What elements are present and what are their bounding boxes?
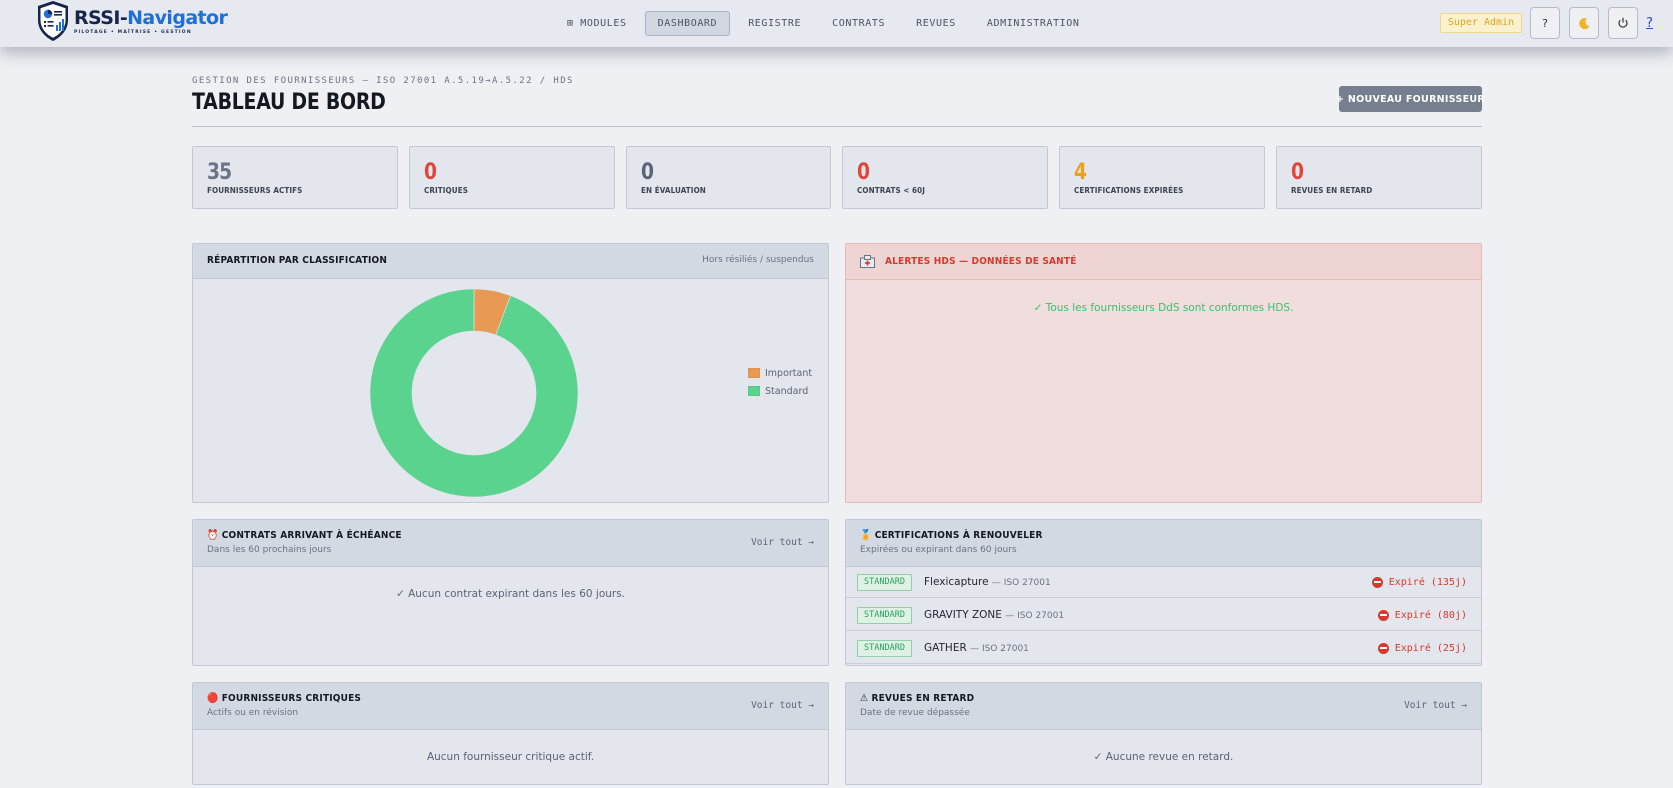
panel-note: Hors résiliés / suspendus bbox=[702, 255, 814, 265]
certifications-panel: 🏅 CERTIFICATIONS À RENOUVELER Expirées o… bbox=[845, 519, 1482, 666]
new-supplier-button[interactable]: + NOUVEAU FOURNISSEUR bbox=[1336, 86, 1485, 112]
supplier-name: Flexicapture — ISO 27001 bbox=[924, 576, 1051, 588]
chart-legend: Important Standard bbox=[748, 364, 812, 400]
kpi-value: 0 bbox=[640, 160, 654, 185]
see-all-link[interactable]: Voir tout → bbox=[751, 700, 814, 711]
legend-label: Important bbox=[765, 367, 813, 379]
panel-header: 🏅 CERTIFICATIONS À RENOUVELER Expirées o… bbox=[846, 520, 1481, 567]
nav-modules[interactable]: ⊞ MODULES bbox=[554, 11, 640, 36]
certification-row[interactable]: STANDARD Flexicapture — ISO 27001 Expiré… bbox=[846, 567, 1481, 598]
breadcrumb: GESTION DES FOURNISSEURS — ISO 27001 A.5… bbox=[192, 76, 574, 86]
classification-tag: STANDARD bbox=[857, 606, 912, 624]
role-badge: Super Admin bbox=[1439, 13, 1523, 33]
expiry-status: Expiré (25j) bbox=[1377, 642, 1467, 654]
legend-item-important[interactable]: Important bbox=[748, 364, 812, 382]
hds-compliance-message: ✓ Tous les fournisseurs DdS sont conform… bbox=[1033, 302, 1294, 314]
kpi-value: 0 bbox=[857, 160, 870, 185]
nav-registre[interactable]: REGISTRE bbox=[735, 11, 814, 36]
certification-row[interactable]: STANDARD GRAVITY ZONE — ISO 27001 Expiré… bbox=[846, 600, 1481, 631]
panel-subtitle: Dans les 60 prochains jours bbox=[207, 545, 332, 555]
expiry-status: Expiré (80j) bbox=[1377, 609, 1467, 621]
kpi-card-critical[interactable]: 0 CRITIQUES bbox=[408, 146, 615, 209]
legend-swatch bbox=[748, 368, 760, 378]
kpi-card-expired-certs[interactable]: 4 CERTIFICATIONS EXPIRÉES bbox=[1059, 146, 1266, 209]
app-logo[interactable]: RSSI-Navigator PILOTAGE • MAÎTRISE • GES… bbox=[36, 0, 228, 42]
kpi-label: FOURNISSEURS ACTIFS bbox=[207, 186, 303, 195]
panel-title: 🔴 FOURNISSEURS CRITIQUES bbox=[207, 693, 362, 704]
panel-title: ⏰ CONTRATS ARRIVANT À ÉCHÉANCE bbox=[207, 530, 402, 541]
main-nav: ⊞ MODULES DASHBOARD REGISTRE CONTRATS RE… bbox=[554, 11, 1098, 36]
nav-dashboard[interactable]: DASHBOARD bbox=[644, 11, 731, 36]
see-all-link[interactable]: Voir tout → bbox=[751, 537, 814, 548]
panel-subtitle: Expirées ou expirant dans 60 jours bbox=[860, 545, 1017, 555]
panel-subtitle: Actifs ou en révision bbox=[207, 708, 299, 718]
no-entry-icon bbox=[1377, 609, 1389, 621]
expiry-status: Expiré (135j) bbox=[1371, 576, 1467, 588]
late-reviews-panel: ⚠ REVUES EN RETARD Date de revue dépassé… bbox=[845, 682, 1482, 785]
kpi-card-contracts-60d[interactable]: 0 CONTRATS < 60J bbox=[842, 146, 1049, 209]
nav-revues[interactable]: REVUES bbox=[903, 11, 969, 36]
hds-alerts-panel: ALERTES HDS — DONNÉES DE SANTÉ ✓ Tous le… bbox=[845, 243, 1482, 503]
legend-label: Standard bbox=[765, 385, 809, 397]
kpi-value: 35 bbox=[207, 160, 232, 185]
classification-tag: STANDARD bbox=[857, 573, 912, 591]
shield-logo-icon bbox=[38, 1, 68, 41]
kpi-value: 0 bbox=[423, 160, 437, 185]
critical-suppliers-panel: 🔴 FOURNISSEURS CRITIQUES Actifs ou en ré… bbox=[192, 682, 829, 785]
panel-header: ALERTES HDS — DONNÉES DE SANTÉ bbox=[846, 244, 1481, 280]
panel-title: 🏅 CERTIFICATIONS À RENOUVELER bbox=[860, 530, 1043, 541]
logout-button[interactable] bbox=[1608, 7, 1639, 39]
panel-title: RÉPARTITION PAR CLASSIFICATION bbox=[207, 255, 388, 266]
nav-contrats[interactable]: CONTRATS bbox=[819, 11, 898, 36]
theme-toggle-button[interactable] bbox=[1569, 7, 1600, 39]
header-divider bbox=[192, 126, 1482, 127]
help-button[interactable]: ? bbox=[1530, 7, 1561, 39]
empty-state-message: Aucun fournisseur critique actif. bbox=[426, 751, 595, 763]
legend-item-standard[interactable]: Standard bbox=[748, 382, 812, 400]
classification-tag: STANDARD bbox=[857, 639, 912, 657]
kpi-value: 4 bbox=[1074, 160, 1087, 185]
panel-subtitle: Date de revue dépassée bbox=[860, 708, 970, 718]
power-icon bbox=[1618, 17, 1628, 28]
panel-header: ⚠ REVUES EN RETARD Date de revue dépassé… bbox=[846, 683, 1481, 730]
kpi-card-active-suppliers[interactable]: 35 FOURNISSEURS ACTIFS bbox=[192, 146, 398, 209]
panel-header: ⏰ CONTRATS ARRIVANT À ÉCHÉANCE Dans les … bbox=[193, 520, 828, 567]
no-entry-icon bbox=[1371, 576, 1383, 588]
see-all-link[interactable]: Voir tout → bbox=[1404, 700, 1467, 711]
empty-state-message: ✓ Aucun contrat expirant dans les 60 jou… bbox=[395, 588, 626, 600]
app-name: RSSI-Navigator bbox=[74, 6, 228, 29]
certification-row[interactable]: STANDARD GATHER — ISO 27001 Expiré (25j) bbox=[846, 633, 1481, 664]
kpi-label: CRITIQUES bbox=[423, 186, 468, 195]
panel-header: 🔴 FOURNISSEURS CRITIQUES Actifs ou en ré… bbox=[193, 683, 828, 730]
kpi-label: EN ÉVALUATION bbox=[640, 186, 706, 195]
supplier-name: GATHER — ISO 27001 bbox=[924, 642, 1029, 654]
classification-panel: RÉPARTITION PAR CLASSIFICATION Hors rési… bbox=[192, 243, 829, 503]
hospital-icon bbox=[860, 255, 875, 268]
app-tagline: PILOTAGE • MAÎTRISE • GESTION bbox=[74, 29, 192, 35]
supplier-name: GRAVITY ZONE — ISO 27001 bbox=[924, 609, 1065, 621]
expiring-contracts-panel: ⏰ CONTRATS ARRIVANT À ÉCHÉANCE Dans les … bbox=[192, 519, 829, 666]
legend-swatch bbox=[748, 386, 760, 396]
kpi-label: CONTRATS < 60J bbox=[857, 186, 926, 195]
nav-administration[interactable]: ADMINISTRATION bbox=[974, 11, 1093, 36]
empty-state-message: ✓ Aucune revue en retard. bbox=[1093, 751, 1234, 763]
kpi-card-late-reviews[interactable]: 0 REVUES EN RETARD bbox=[1276, 146, 1482, 209]
no-entry-icon bbox=[1377, 642, 1389, 654]
header-tools: Super Admin ? ? bbox=[1439, 7, 1653, 39]
moon-icon bbox=[1578, 17, 1590, 29]
kpi-label: REVUES EN RETARD bbox=[1291, 186, 1373, 195]
donut-slice-standard[interactable] bbox=[369, 288, 579, 498]
classification-donut-chart bbox=[369, 288, 579, 498]
panel-header: RÉPARTITION PAR CLASSIFICATION Hors rési… bbox=[193, 244, 828, 279]
top-navbar: RSSI-Navigator PILOTAGE • MAÎTRISE • GES… bbox=[0, 0, 1673, 47]
kpi-card-in-evaluation[interactable]: 0 EN ÉVALUATION bbox=[625, 146, 832, 209]
help-link[interactable]: ? bbox=[1646, 16, 1653, 31]
panel-title: ALERTES HDS — DONNÉES DE SANTÉ bbox=[885, 256, 1077, 267]
page-title: TABLEAU DE BORD bbox=[192, 90, 386, 115]
kpi-row: 35 FOURNISSEURS ACTIFS 0 CRITIQUES 0 EN … bbox=[192, 146, 1482, 209]
kpi-value: 0 bbox=[1291, 160, 1304, 185]
panel-title: ⚠ REVUES EN RETARD bbox=[860, 693, 975, 704]
kpi-label: CERTIFICATIONS EXPIRÉES bbox=[1074, 186, 1184, 195]
